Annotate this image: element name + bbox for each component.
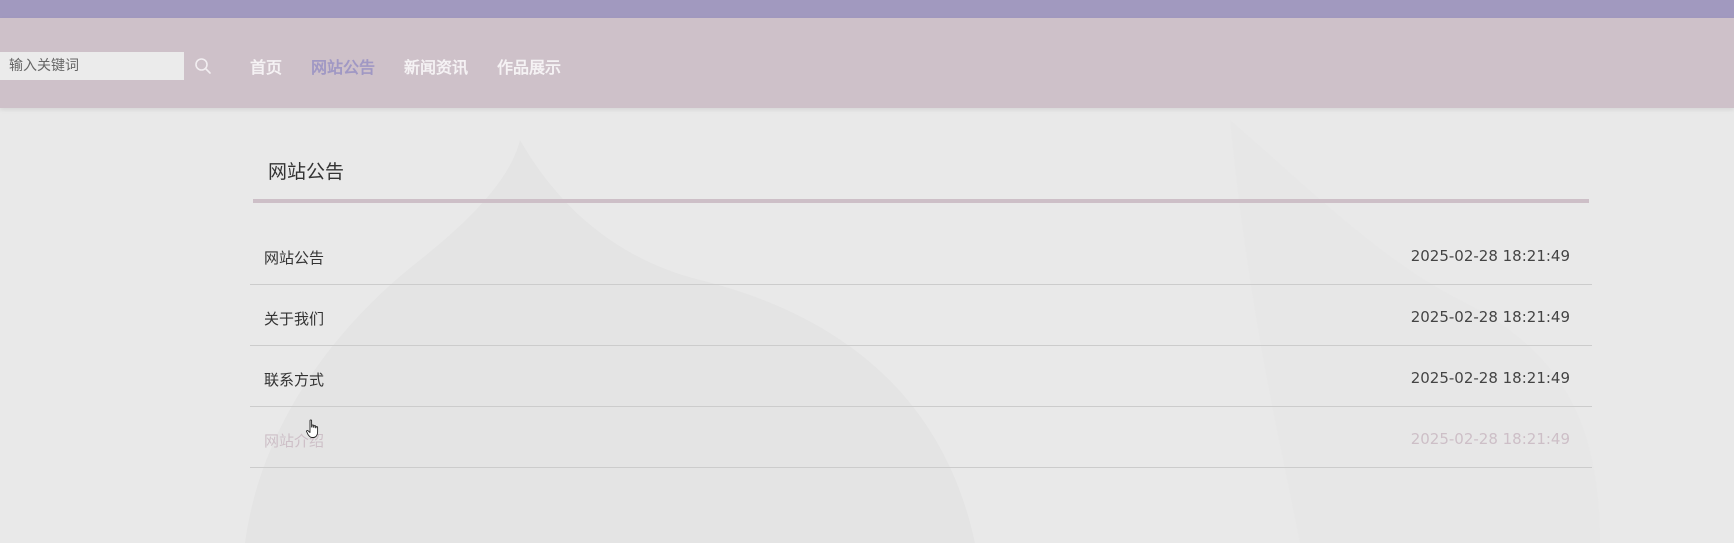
nav-home[interactable]: 首页 (250, 54, 282, 78)
nav-notices[interactable]: 网站公告 (311, 54, 375, 78)
notice-row[interactable]: 网站公告 2025-02-28 18:21:49 (250, 224, 1592, 285)
notice-list: 网站公告 2025-02-28 18:21:49 关于我们 2025-02-28… (250, 224, 1592, 468)
notice-title[interactable]: 关于我们 (264, 308, 324, 329)
notice-row[interactable]: 关于我们 2025-02-28 18:21:49 (250, 285, 1592, 346)
top-accent-bar (0, 0, 1734, 18)
search-icon[interactable] (194, 57, 212, 75)
notice-time: 2025-02-28 18:21:49 (1410, 308, 1570, 326)
notice-time: 2025-02-28 18:21:49 (1410, 247, 1570, 265)
notice-row[interactable]: 网站介绍 2025-02-28 18:21:49 (250, 407, 1592, 468)
notice-row[interactable]: 联系方式 2025-02-28 18:21:49 (250, 346, 1592, 407)
notice-title[interactable]: 联系方式 (264, 369, 324, 390)
nav-news[interactable]: 新闻资讯 (404, 54, 468, 78)
notice-time: 2025-02-28 18:21:49 (1410, 430, 1570, 448)
notice-title[interactable]: 网站介绍 (264, 430, 324, 451)
nav-works[interactable]: 作品展示 (497, 54, 561, 78)
search-input[interactable] (0, 52, 184, 80)
section-title: 网站公告 (268, 161, 345, 183)
section-divider (253, 199, 1589, 203)
notice-time: 2025-02-28 18:21:49 (1410, 369, 1570, 387)
main-nav: 首页 网站公告 新闻资讯 作品展示 (250, 52, 590, 80)
header-bar: 首页 网站公告 新闻资讯 作品展示 (0, 18, 1734, 108)
notice-title[interactable]: 网站公告 (264, 247, 324, 268)
